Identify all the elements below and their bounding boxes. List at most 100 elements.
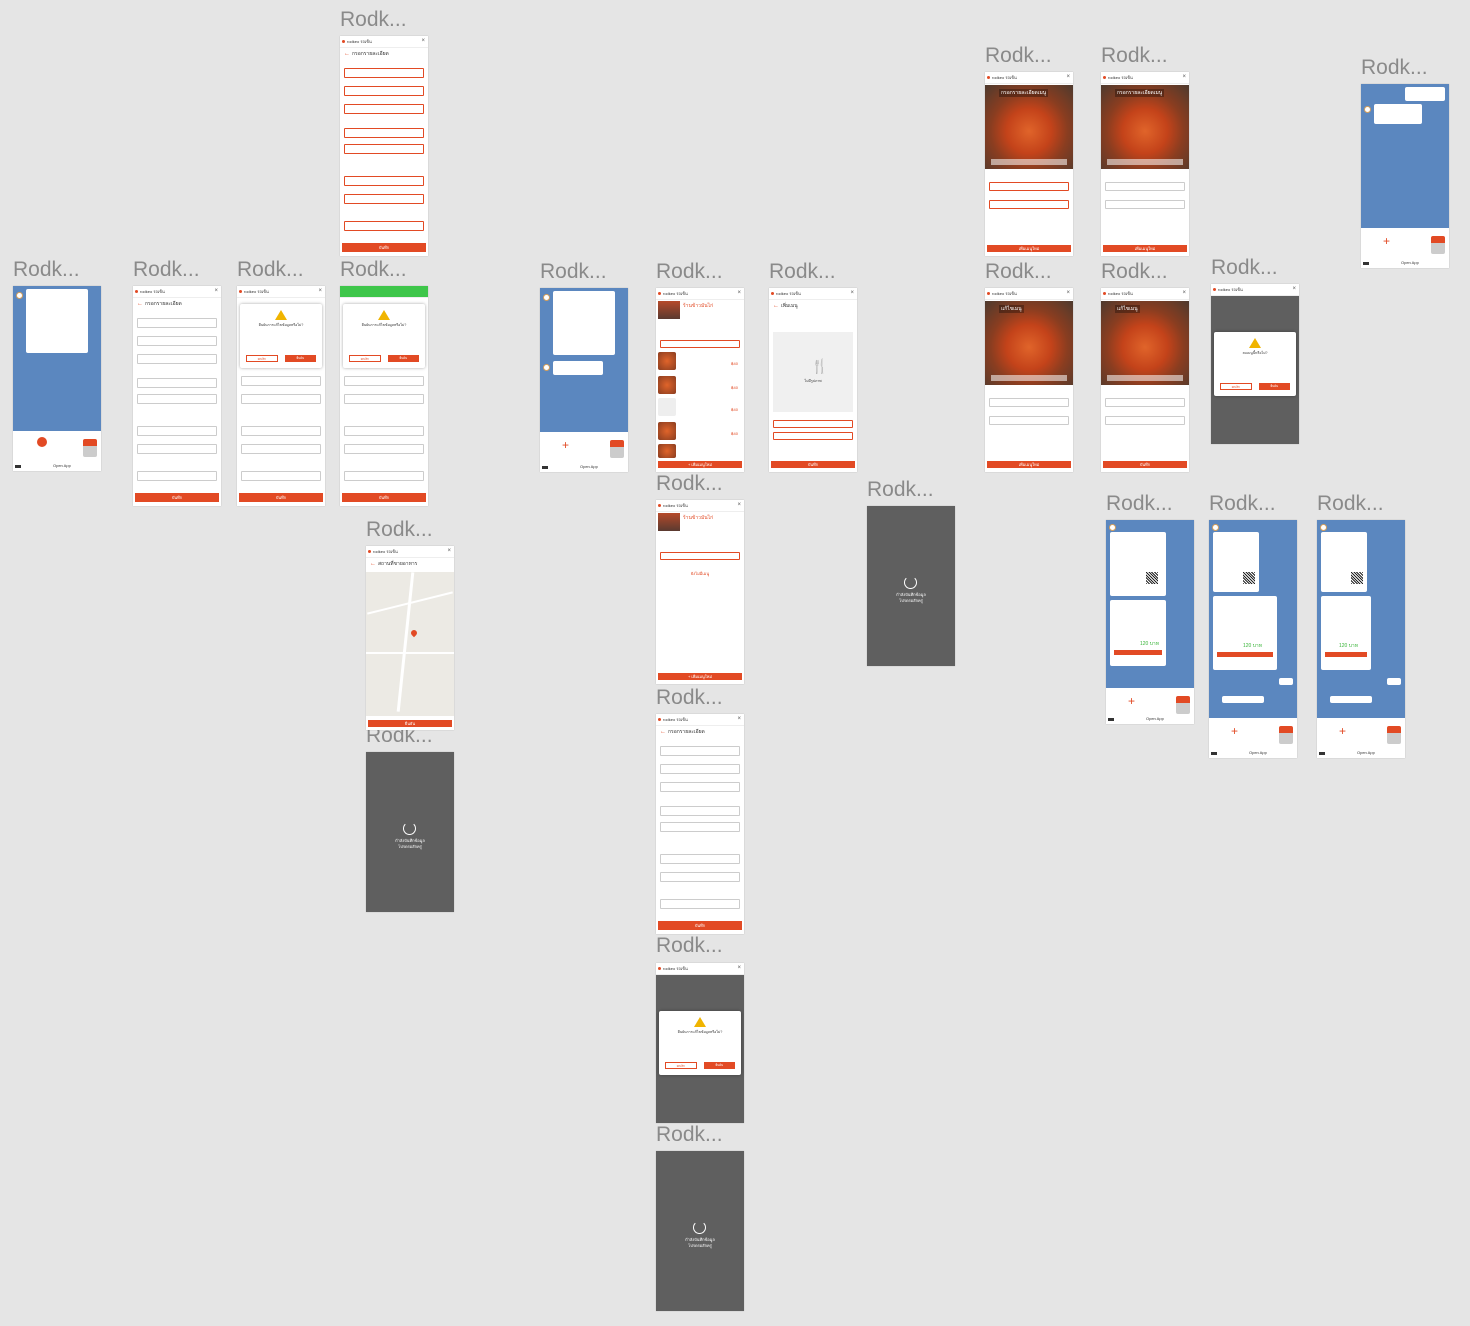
close-icon[interactable]: × bbox=[447, 546, 451, 557]
keyboard-icon[interactable] bbox=[1211, 752, 1217, 755]
form-field[interactable] bbox=[344, 104, 424, 114]
form-field[interactable] bbox=[1105, 416, 1185, 425]
add-icon[interactable]: + bbox=[1128, 694, 1135, 708]
form-field[interactable] bbox=[344, 426, 424, 436]
pay-button[interactable] bbox=[1325, 652, 1367, 657]
form-field[interactable] bbox=[137, 426, 217, 436]
add-icon[interactable]: + bbox=[1339, 724, 1346, 738]
form-field[interactable] bbox=[989, 200, 1069, 209]
close-icon[interactable]: × bbox=[737, 714, 741, 725]
back-arrow-icon[interactable]: ← bbox=[344, 49, 350, 59]
form-field[interactable] bbox=[344, 221, 424, 231]
close-icon[interactable]: × bbox=[1182, 288, 1186, 299]
add-icon[interactable] bbox=[37, 437, 47, 447]
keyboard-icon[interactable] bbox=[542, 466, 548, 469]
confirm-button[interactable]: ยืนยัน bbox=[387, 355, 419, 362]
add-menu-button[interactable]: + เพิ่มเมนูใหม่ bbox=[658, 673, 742, 680]
location-pin-icon[interactable] bbox=[409, 628, 419, 638]
back-arrow-icon[interactable]: ← bbox=[137, 299, 143, 309]
form-field[interactable] bbox=[344, 86, 424, 96]
food-cart-icon[interactable] bbox=[610, 440, 624, 458]
food-cart-icon[interactable] bbox=[1279, 726, 1293, 744]
back-arrow-icon[interactable]: ← bbox=[773, 301, 779, 311]
form-field[interactable] bbox=[660, 854, 740, 864]
open-shop-button[interactable] bbox=[660, 340, 740, 348]
close-icon[interactable]: × bbox=[214, 286, 218, 297]
form-field[interactable] bbox=[137, 318, 217, 328]
confirm-button[interactable]: ยืนยัน bbox=[368, 720, 452, 727]
close-icon[interactable]: × bbox=[737, 288, 741, 299]
close-icon[interactable]: × bbox=[1292, 284, 1296, 295]
save-button[interactable]: บันทึก bbox=[342, 243, 426, 252]
form-field[interactable] bbox=[241, 426, 321, 436]
close-icon[interactable]: × bbox=[318, 286, 322, 297]
form-field[interactable] bbox=[773, 432, 853, 440]
save-button[interactable]: บันทึก bbox=[135, 493, 219, 502]
open-app-link[interactable]: Open App bbox=[1249, 750, 1267, 755]
save-button[interactable]: บันทึก bbox=[342, 493, 426, 502]
close-icon[interactable]: × bbox=[1182, 72, 1186, 83]
form-field[interactable] bbox=[241, 394, 321, 404]
open-app-link[interactable]: Open App bbox=[1357, 750, 1375, 755]
form-field[interactable] bbox=[989, 416, 1069, 425]
form-field[interactable] bbox=[773, 420, 853, 428]
form-field[interactable] bbox=[989, 182, 1069, 191]
form-field[interactable] bbox=[241, 471, 321, 481]
image-placeholder[interactable]: 🍴 ไม่มีรูปภาพ bbox=[773, 332, 853, 412]
close-icon[interactable]: × bbox=[1066, 288, 1070, 299]
cancel-button[interactable]: ยกเลิก bbox=[1220, 383, 1252, 390]
add-menu-button[interactable]: เพิ่มเมนูใหม่ bbox=[987, 461, 1071, 468]
form-field[interactable] bbox=[241, 444, 321, 454]
food-cart-icon[interactable] bbox=[1176, 696, 1190, 714]
back-arrow-icon[interactable]: ← bbox=[660, 727, 666, 737]
food-cart-icon[interactable] bbox=[83, 439, 97, 457]
list-item[interactable]: ฿40 bbox=[658, 376, 742, 394]
open-shop-button[interactable] bbox=[660, 552, 740, 560]
form-field[interactable] bbox=[660, 899, 740, 909]
list-item[interactable]: ฿40 bbox=[658, 398, 742, 416]
form-field[interactable] bbox=[660, 872, 740, 882]
form-field[interactable] bbox=[344, 144, 424, 154]
food-image[interactable]: แก้ไขเมนู bbox=[985, 301, 1073, 385]
save-button[interactable]: บันทึก bbox=[771, 461, 855, 468]
close-icon[interactable]: × bbox=[850, 288, 854, 299]
open-app-link[interactable]: Open App bbox=[580, 464, 598, 469]
map-view[interactable] bbox=[366, 572, 454, 716]
keyboard-icon[interactable] bbox=[15, 465, 21, 468]
close-icon[interactable]: × bbox=[737, 963, 741, 974]
form-field[interactable] bbox=[1105, 200, 1185, 209]
form-field[interactable] bbox=[660, 746, 740, 756]
form-field[interactable] bbox=[344, 376, 424, 386]
form-field[interactable] bbox=[1105, 182, 1185, 191]
food-image[interactable]: กรอกรายละเอียดเมนู bbox=[985, 85, 1073, 169]
add-icon[interactable]: + bbox=[1383, 234, 1390, 248]
add-menu-button[interactable]: + เพิ่มเมนูใหม่ bbox=[658, 461, 742, 468]
add-icon[interactable]: + bbox=[1231, 724, 1238, 738]
form-field[interactable] bbox=[344, 128, 424, 138]
form-field[interactable] bbox=[1105, 398, 1185, 407]
form-field[interactable] bbox=[344, 394, 424, 404]
form-field[interactable] bbox=[137, 444, 217, 454]
food-image[interactable]: แก้ไขเมนู bbox=[1101, 301, 1189, 385]
form-field[interactable] bbox=[344, 471, 424, 481]
add-icon[interactable]: + bbox=[562, 438, 569, 452]
form-field[interactable] bbox=[660, 764, 740, 774]
confirm-button[interactable]: ยืนยัน bbox=[703, 1062, 735, 1069]
keyboard-icon[interactable] bbox=[1319, 752, 1325, 755]
form-field[interactable] bbox=[137, 336, 217, 346]
confirm-button[interactable]: ยืนยัน bbox=[284, 355, 316, 362]
confirm-button[interactable]: ยืนยัน bbox=[1258, 383, 1290, 390]
close-icon[interactable]: × bbox=[1066, 72, 1070, 83]
list-item[interactable]: ฿40 bbox=[658, 422, 742, 440]
form-field[interactable] bbox=[344, 444, 424, 454]
form-field[interactable] bbox=[660, 782, 740, 792]
form-field[interactable] bbox=[241, 376, 321, 386]
save-button[interactable]: บันทึก bbox=[239, 493, 323, 502]
form-field[interactable] bbox=[660, 822, 740, 832]
pay-button[interactable] bbox=[1114, 650, 1162, 655]
add-menu-button[interactable]: เพิ่มเมนูใหม่ bbox=[1103, 245, 1187, 252]
food-image[interactable]: กรอกรายละเอียดเมนู bbox=[1101, 85, 1189, 169]
keyboard-icon[interactable] bbox=[1363, 262, 1369, 265]
form-field[interactable] bbox=[137, 471, 217, 481]
back-arrow-icon[interactable]: ← bbox=[370, 559, 376, 569]
